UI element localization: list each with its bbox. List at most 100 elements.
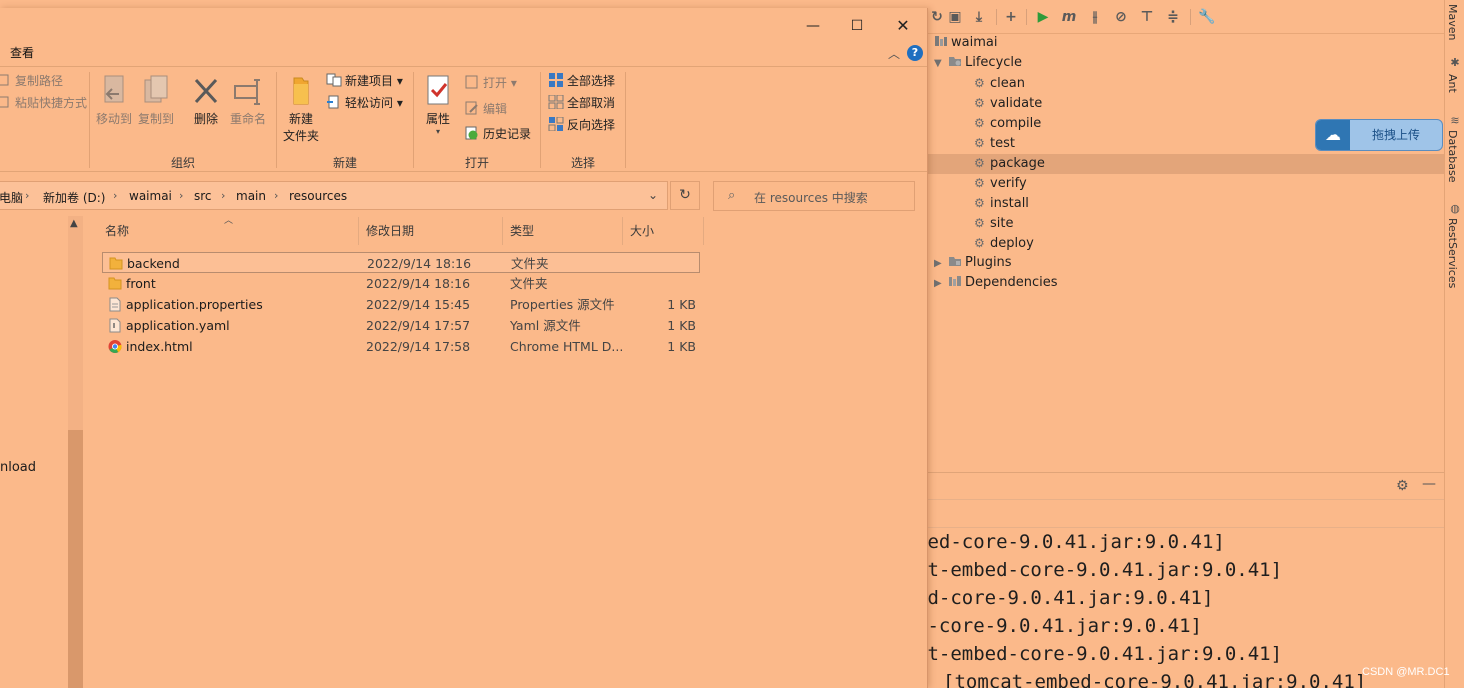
tree-dependencies[interactable]: ▶ Dependencies xyxy=(934,273,1058,293)
rename-button[interactable]: 重命名 xyxy=(228,74,268,127)
show-dependencies-icon[interactable]: ⊤ xyxy=(1138,8,1156,26)
file-row-front[interactable]: front 2022/9/14 18:16 文件夹 xyxy=(102,273,700,294)
skip-tests-icon[interactable]: ⊘ xyxy=(1112,8,1130,26)
add-icon[interactable]: + xyxy=(1002,8,1020,26)
edit-pencil-icon xyxy=(465,101,478,115)
breadcrumb-item[interactable]: waimai xyxy=(129,189,172,203)
console-line: ed-core-9.0.41.jar:9.0.41] xyxy=(916,587,1214,609)
tab-database[interactable]: Database xyxy=(1446,130,1459,183)
settings-wrench-icon[interactable]: 🔧 xyxy=(1198,8,1216,26)
select-none-button[interactable]: 全部取消 xyxy=(548,93,615,113)
delete-button[interactable]: 删除 xyxy=(188,74,224,127)
chevron-right-icon[interactable]: › xyxy=(221,189,225,202)
breadcrumb-item[interactable]: resources xyxy=(289,189,347,203)
tab-maven[interactable]: Maven xyxy=(1446,4,1459,40)
copy-path-button[interactable]: 复制路径 xyxy=(0,71,63,91)
file-row-application-properties[interactable]: application.properties 2022/9/14 15:45 P… xyxy=(102,294,700,315)
minimize-button[interactable]: — xyxy=(790,12,836,40)
gear-icon[interactable]: ⚙ xyxy=(1396,478,1409,494)
tab-restservices[interactable]: RestServices xyxy=(1446,218,1459,288)
new-folder-button[interactable]: 新建 文件夹 xyxy=(280,74,322,144)
goal-verify[interactable]: ⚙ verify xyxy=(974,173,1027,193)
tab-ant[interactable]: Ant xyxy=(1446,74,1459,93)
plugins-label: Plugins xyxy=(965,255,1012,270)
goal-install[interactable]: ⚙ install xyxy=(974,193,1029,213)
minimize-panel-icon[interactable]: — xyxy=(1422,476,1436,492)
goal-label: verify xyxy=(990,176,1027,191)
new-item-button[interactable]: 新建项目 ▾ xyxy=(326,71,403,91)
chevron-down-icon[interactable]: ▼ xyxy=(934,54,948,74)
select-all-button[interactable]: 全部选择 xyxy=(548,71,615,91)
refresh-icon[interactable]: ↻ xyxy=(670,181,700,210)
breadcrumb-item[interactable]: 电脑 xyxy=(0,189,23,206)
breadcrumb-item[interactable]: src xyxy=(194,189,212,203)
chevron-right-icon[interactable]: › xyxy=(274,189,278,202)
goal-label: deploy xyxy=(990,236,1034,251)
drag-upload-button[interactable]: ☁ 拖拽上传 xyxy=(1315,119,1443,151)
gear-icon: ⚙ xyxy=(974,116,985,130)
column-header-type[interactable]: 类型 xyxy=(506,217,623,245)
rename-icon xyxy=(234,79,260,105)
nav-item-download[interactable]: nload xyxy=(0,460,36,475)
paste-shortcut-icon xyxy=(0,96,9,108)
goal-compile[interactable]: ⚙ compile xyxy=(974,113,1041,133)
select-none-label: 全部取消 xyxy=(567,96,616,110)
scroll-up-arrow-icon[interactable]: ▲ xyxy=(70,218,78,229)
tree-lifecycle[interactable]: ▼ Lifecycle xyxy=(934,53,1022,73)
maximize-button[interactable]: ☐ xyxy=(834,12,880,40)
tree-plugins[interactable]: ▶ Plugins xyxy=(934,253,1012,273)
goal-deploy[interactable]: ⚙ deploy xyxy=(974,233,1034,253)
tree-project[interactable]: waimai xyxy=(934,33,997,53)
nav-scrollbar-thumb[interactable] xyxy=(68,430,83,688)
invert-selection-icon xyxy=(548,117,564,131)
collapse-ribbon-icon[interactable]: ︿ xyxy=(888,45,900,62)
goal-validate[interactable]: ⚙ validate xyxy=(974,93,1042,113)
search-input[interactable]: ⌕ 在 resources 中搜索 xyxy=(713,181,915,211)
edit-button[interactable]: 编辑 xyxy=(464,99,507,119)
properties-button[interactable]: 属性 ▾ xyxy=(420,74,456,136)
add-folder-icon[interactable]: ▣ xyxy=(946,8,964,26)
rename-label: 重命名 xyxy=(229,112,266,126)
run-icon[interactable]: ▶ xyxy=(1034,8,1052,26)
goal-site[interactable]: ⚙ site xyxy=(974,213,1013,233)
download-icon[interactable]: ⤓ xyxy=(970,8,988,26)
collapse-all-icon[interactable]: ≑ xyxy=(1164,8,1182,26)
goal-test[interactable]: ⚙ test xyxy=(974,133,1015,153)
chevron-right-icon[interactable]: ▶ xyxy=(934,274,948,294)
history-button[interactable]: 历史记录 xyxy=(464,124,531,144)
address-dropdown-icon[interactable]: ⌄ xyxy=(648,188,658,202)
invert-selection-button[interactable]: 反向选择 xyxy=(548,115,615,135)
column-header-size[interactable]: 大小 xyxy=(626,217,704,245)
tab-view[interactable]: 查看 xyxy=(10,44,34,61)
file-size: 1 KB xyxy=(667,318,696,333)
goal-package[interactable]: ⚙ package xyxy=(974,153,1045,173)
close-button[interactable]: ✕ xyxy=(880,12,926,40)
file-row-index-html[interactable]: index.html 2022/9/14 17:58 Chrome HTML D… xyxy=(102,336,700,357)
column-header-date[interactable]: 修改日期 xyxy=(362,217,503,245)
chevron-right-icon[interactable]: › xyxy=(179,189,183,202)
file-type: 文件夹 xyxy=(511,256,549,271)
maven-goal-icon[interactable]: m xyxy=(1060,8,1078,26)
help-icon[interactable]: ? xyxy=(907,45,923,61)
copy-to-button[interactable]: 复制到 xyxy=(136,74,176,127)
file-row-backend[interactable]: backend 2022/9/14 18:16 文件夹 xyxy=(102,252,700,273)
file-date: 2022/9/14 17:57 xyxy=(366,318,471,333)
open-button[interactable]: 打开 ▾ xyxy=(464,73,517,93)
column-header-name[interactable]: 名称 xyxy=(101,217,359,245)
address-bar[interactable]: 电脑 › 新加卷 (D:) › waimai › src › main › re… xyxy=(0,181,668,210)
chevron-right-icon[interactable]: ▶ xyxy=(934,254,948,274)
file-row-application-yaml[interactable]: application.yaml 2022/9/14 17:57 Yaml 源文… xyxy=(102,315,700,336)
move-to-button[interactable]: 移动到 xyxy=(94,74,134,127)
chevron-right-icon[interactable]: › xyxy=(25,189,29,202)
chevron-right-icon[interactable]: › xyxy=(113,189,117,202)
search-icon: ⌕ xyxy=(728,188,736,203)
lifecycle-label: Lifecycle xyxy=(965,55,1023,70)
reimport-icon[interactable]: ↻ xyxy=(928,8,946,26)
goal-clean[interactable]: ⚙ clean xyxy=(974,73,1025,93)
easy-access-button[interactable]: 轻松访问 ▾ xyxy=(326,93,403,113)
breadcrumb-item[interactable]: 新加卷 (D:) xyxy=(43,189,105,206)
breadcrumb-item[interactable]: main xyxy=(236,189,266,203)
toggle-offline-icon[interactable]: ⫲ xyxy=(1086,8,1104,26)
paste-shortcut-button[interactable]: 粘贴快捷方式 xyxy=(0,93,87,113)
goal-label: validate xyxy=(990,96,1043,111)
